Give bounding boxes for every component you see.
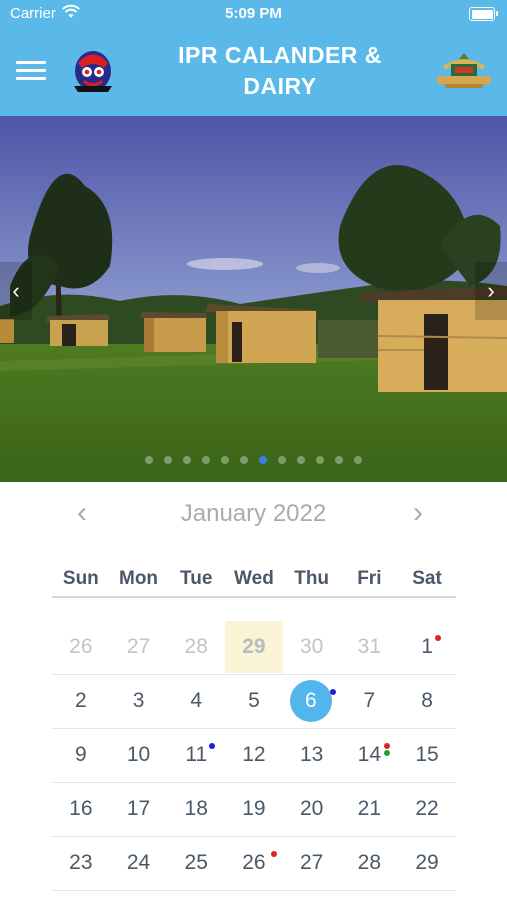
top-nav-bar: IPR CALANDER & DAIRY: [0, 28, 507, 116]
menu-button[interactable]: [16, 61, 46, 83]
weekday-label: Mon: [119, 568, 159, 589]
calendar-day-highlighted[interactable]: 29: [225, 621, 283, 673]
carousel-next-button[interactable]: ›: [475, 262, 507, 320]
calendar-grid: 26 27 28 29 30 31 1 2 3 4 5 6 7 8 9 10 1…: [52, 621, 456, 891]
event-marker: [330, 689, 336, 695]
carousel-dot[interactable]: [145, 456, 153, 464]
menu-icon: [16, 61, 46, 64]
calendar-day[interactable]: 30: [283, 621, 341, 673]
weekday-label: Sun: [62, 568, 99, 589]
carousel-dot[interactable]: [354, 456, 362, 464]
calendar-day[interactable]: 9: [52, 729, 110, 781]
calendar-day[interactable]: 11: [167, 729, 225, 781]
calendar-day[interactable]: 16: [52, 783, 110, 835]
calendar-day[interactable]: 1: [398, 621, 456, 673]
calendar-day-selected[interactable]: 6: [283, 675, 341, 727]
title-line-2: DAIRY: [243, 73, 317, 99]
calendar-day[interactable]: 5: [225, 675, 283, 727]
carousel-dot[interactable]: [240, 456, 248, 464]
image-carousel[interactable]: ‹ ›: [0, 116, 507, 482]
weekday-label: Sat: [412, 568, 442, 589]
calendar-day[interactable]: 24: [110, 837, 168, 889]
calendar-day[interactable]: 19: [225, 783, 283, 835]
weekday-label: Tue: [180, 568, 213, 589]
calendar-day[interactable]: 7: [341, 675, 399, 727]
weekday-label: Fri: [357, 568, 382, 589]
calendar-header: ‹ January 2022 ›: [0, 496, 507, 532]
weekday-label: Thu: [294, 568, 330, 589]
selected-day-circle: 6: [289, 680, 332, 722]
calendar-day[interactable]: 17: [110, 783, 168, 835]
carousel-dot[interactable]: [183, 456, 191, 464]
weekday-header-row: Sun Mon Tue Wed Thu Fri Sat: [52, 568, 456, 598]
calendar-day[interactable]: 4: [167, 675, 225, 727]
campsite-photo: [0, 116, 507, 482]
month-label: January 2022: [180, 500, 327, 527]
calendar-day[interactable]: 8: [398, 675, 456, 727]
week-row: 16 17 18 19 20 21 22: [52, 783, 456, 837]
carousel-dot[interactable]: [278, 456, 286, 464]
calendar-day[interactable]: 29: [398, 837, 456, 889]
page-title: IPR CALANDER & DAIRY: [140, 40, 420, 102]
weekday-label: Wed: [234, 568, 274, 589]
event-marker: [384, 750, 390, 756]
ipr-emblem-logo: [74, 51, 112, 92]
calendar-day[interactable]: 28: [167, 621, 225, 673]
calendar-day[interactable]: 2: [52, 675, 110, 727]
calendar-day[interactable]: 26: [225, 837, 283, 889]
calendar-day[interactable]: 26: [52, 621, 110, 673]
next-month-button[interactable]: ›: [413, 496, 423, 530]
calendar-day[interactable]: 10: [110, 729, 168, 781]
status-time: 5:09 PM: [225, 5, 282, 22]
calendar-day[interactable]: 3: [110, 675, 168, 727]
status-bar: Carrier 5:09 PM: [0, 0, 507, 28]
calendar-day[interactable]: 15: [398, 729, 456, 781]
carousel-dot[interactable]: [164, 456, 172, 464]
event-marker: [271, 851, 277, 857]
calendar-day[interactable]: 18: [167, 783, 225, 835]
calendar-day[interactable]: 31: [341, 621, 399, 673]
calendar-day[interactable]: 25: [167, 837, 225, 889]
calendar-day[interactable]: 13: [283, 729, 341, 781]
calendar-day[interactable]: 27: [283, 837, 341, 889]
week-row: 2 3 4 5 6 7 8: [52, 675, 456, 729]
week-row: 23 24 25 26 27 28 29: [52, 837, 456, 891]
event-marker: [384, 743, 390, 749]
carousel-dot-active[interactable]: [259, 456, 267, 464]
carousel-dot[interactable]: [221, 456, 229, 464]
government-seal-logo: [437, 53, 491, 88]
calendar-day[interactable]: 23: [52, 837, 110, 889]
carousel-page-indicator[interactable]: [0, 456, 507, 464]
event-marker: [209, 743, 215, 749]
calendar-day[interactable]: 14: [341, 729, 399, 781]
carousel-prev-button[interactable]: ‹: [0, 262, 32, 320]
calendar-day[interactable]: 27: [110, 621, 168, 673]
week-row: 26 27 28 29 30 31 1: [52, 621, 456, 675]
carousel-dot[interactable]: [202, 456, 210, 464]
event-marker: [435, 635, 441, 641]
calendar-day[interactable]: 22: [398, 783, 456, 835]
calendar-day[interactable]: 28: [341, 837, 399, 889]
calendar-day[interactable]: 21: [341, 783, 399, 835]
carousel-dot[interactable]: [316, 456, 324, 464]
carousel-dot[interactable]: [335, 456, 343, 464]
battery-icon: [469, 7, 498, 21]
week-row: 9 10 11 12 13 14 15: [52, 729, 456, 783]
carousel-dot[interactable]: [297, 456, 305, 464]
title-line-1: IPR CALANDER &: [178, 42, 382, 68]
calendar-day[interactable]: 12: [225, 729, 283, 781]
calendar-day[interactable]: 20: [283, 783, 341, 835]
